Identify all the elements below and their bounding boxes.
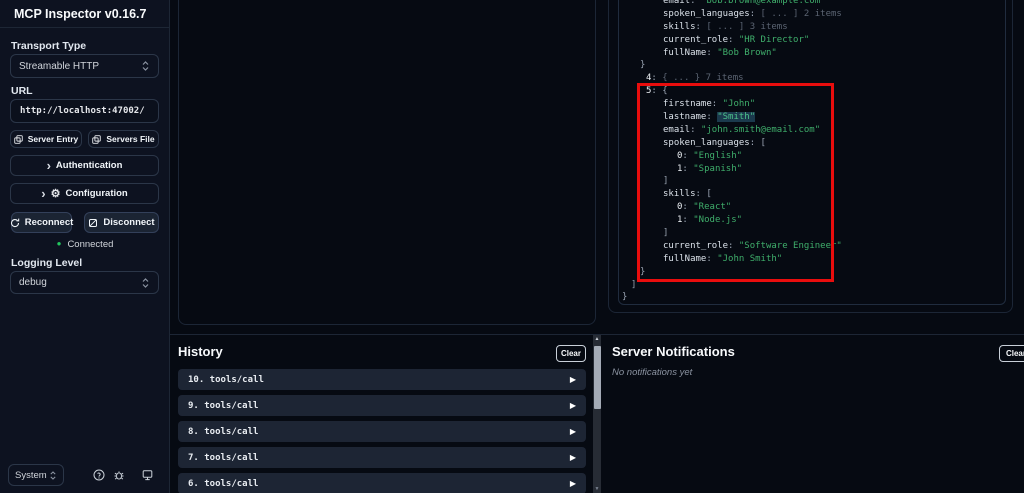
json-line: email: "bob.brown@example.com" — [663, 0, 826, 6]
history-list: 10. tools/call ▶ 9. tools/call ▶ 8. tools/ca… — [178, 369, 586, 493]
notifications-empty-text: No notifications yet — [612, 367, 693, 378]
expand-arrow-icon[interactable]: ▶ — [570, 375, 576, 384]
copy-icon — [13, 134, 23, 144]
refresh-icon — [10, 218, 20, 228]
chevron-updown-icon — [141, 60, 150, 72]
theme-value: System — [15, 469, 47, 481]
authentication-toggle[interactable]: › Authentication — [10, 155, 159, 176]
history-item-label: 7. tools/call — [188, 452, 259, 463]
disconnect-label: Disconnect — [103, 217, 155, 228]
bug-icon[interactable] — [112, 468, 126, 482]
json-line: 5: { — [646, 86, 668, 97]
history-title: History — [178, 344, 223, 359]
json-tree: email: "bob.brown@example.com" spoken_lan… — [619, 0, 1005, 304]
transport-type-value: Streamable HTTP — [19, 60, 100, 72]
scroll-down-icon[interactable]: ▼ — [593, 486, 601, 492]
json-line: } — [622, 292, 628, 303]
expand-arrow-icon[interactable]: ▶ — [570, 479, 576, 488]
logging-level-select[interactable]: debug — [10, 271, 159, 294]
transport-type-label: Transport Type — [11, 40, 87, 52]
json-response-box: email: "bob.brown@example.com" spoken_lan… — [618, 0, 1006, 305]
server-entry-label: Server Entry — [27, 134, 79, 144]
json-line: current_role: "HR Director" — [663, 34, 810, 45]
json-line: email: "john.smith@email.com" — [663, 124, 821, 135]
notifications-clear-button[interactable]: Clear — [999, 345, 1024, 362]
json-line: 4: { ... } 7 items — [646, 73, 744, 84]
history-item[interactable]: 7. tools/call ▶ — [178, 447, 586, 468]
expand-arrow-icon[interactable]: ▶ — [570, 427, 576, 436]
json-line: lastname: "Smith" — [663, 112, 756, 123]
json-line: firstname: "John" — [663, 99, 756, 110]
history-item[interactable]: 10. tools/call ▶ — [178, 369, 586, 390]
history-item[interactable]: 6. tools/call ▶ — [178, 473, 586, 493]
scroll-up-icon[interactable]: ▲ — [593, 336, 601, 342]
json-line: fullName: "John Smith" — [663, 253, 783, 264]
json-line: } — [640, 60, 646, 71]
notifications-title: Server Notifications — [612, 344, 735, 359]
json-line: spoken_languages: [ ... ] 2 items — [663, 8, 842, 19]
history-scrollbar[interactable]: ▲ ▼ — [593, 335, 601, 493]
json-line: spoken_languages: [ — [663, 137, 766, 148]
copy-icon — [92, 134, 102, 144]
expand-arrow-icon[interactable]: ▶ — [570, 453, 576, 462]
help-icon[interactable] — [92, 468, 106, 482]
configuration-toggle[interactable]: › ⚙ Configuration — [10, 183, 159, 204]
reconnect-label: Reconnect — [24, 217, 74, 228]
json-line: skills: [ ... ] 3 items — [663, 21, 788, 32]
history-item-label: 8. tools/call — [188, 426, 259, 437]
scrollbar-thumb[interactable] — [593, 346, 601, 409]
logging-level-value: debug — [19, 277, 47, 288]
reconnect-button[interactable]: Reconnect — [10, 212, 74, 233]
history-item-label: 6. tools/call — [188, 478, 259, 489]
json-line: ] — [663, 228, 669, 239]
url-value: http://localhost:47002/ — [20, 106, 145, 116]
json-line: 1: "Node.js" — [677, 215, 743, 226]
history-item[interactable]: 9. tools/call ▶ — [178, 395, 586, 416]
main-left-panel — [178, 0, 596, 325]
json-line: ] — [663, 176, 669, 187]
disconnect-icon — [88, 218, 98, 228]
laptop-icon[interactable] — [140, 468, 154, 482]
sidebar: MCP Inspector v0.16.7 Transport Type Str… — [0, 0, 170, 493]
connection-status: ● Connected — [0, 237, 170, 251]
json-line: } — [640, 266, 646, 277]
gear-icon: ⚙ — [50, 188, 61, 200]
json-line: 1: "Spanish" — [677, 163, 743, 174]
expand-arrow-icon[interactable]: ▶ — [570, 401, 576, 410]
json-line: fullName: "Bob Brown" — [663, 47, 777, 58]
history-item-label: 9. tools/call — [188, 400, 259, 411]
configuration-label: Configuration — [65, 188, 128, 199]
servers-file-button[interactable]: Servers File — [88, 130, 159, 148]
connection-status-label: Connected — [67, 238, 114, 250]
chevron-right-icon: › — [41, 185, 46, 201]
json-line: 0: "English" — [677, 150, 743, 161]
status-dot-icon: ● — [56, 239, 62, 248]
chevron-updown-icon — [49, 470, 57, 481]
disconnect-button[interactable]: Disconnect — [84, 212, 159, 233]
json-line: skills: [ — [663, 189, 712, 200]
history-item-label: 10. tools/call — [188, 374, 264, 385]
url-label: URL — [11, 85, 33, 97]
history-clear-button[interactable]: Clear — [556, 345, 586, 362]
json-line: 0: "React" — [677, 202, 732, 213]
theme-select[interactable]: System — [8, 464, 64, 486]
authentication-label: Authentication — [55, 160, 123, 171]
logging-level-label: Logging Level — [11, 257, 83, 269]
json-line: ] — [631, 279, 637, 290]
servers-file-label: Servers File — [106, 134, 155, 144]
history-item[interactable]: 8. tools/call ▶ — [178, 421, 586, 442]
chevron-updown-icon — [141, 277, 150, 289]
transport-type-select[interactable]: Streamable HTTP — [10, 54, 159, 78]
server-entry-button[interactable]: Server Entry — [10, 130, 82, 148]
app-title: MCP Inspector v0.16.7 — [0, 0, 169, 28]
json-line: current_role: "Software Engineer" — [663, 240, 842, 251]
chevron-right-icon: › — [46, 157, 51, 173]
url-input[interactable]: http://localhost:47002/ — [10, 99, 159, 123]
